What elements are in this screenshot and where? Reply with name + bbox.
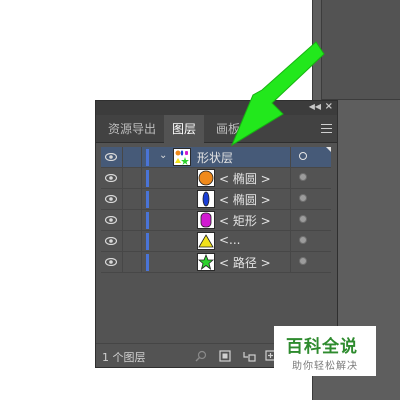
lock-toggle-cell[interactable] — [122, 189, 142, 209]
sublayer-name: < 矩形 > — [219, 214, 271, 228]
selection-corner-indicator — [326, 147, 331, 152]
column-divider — [290, 231, 291, 251]
right-side-subpanel — [321, 0, 400, 100]
watermark-title: 百科全说 — [286, 337, 358, 357]
watermark-logo: 百科全说 助你轻松解决 — [274, 326, 376, 376]
layer-color-bar — [146, 170, 149, 187]
lock-toggle-cell[interactable] — [122, 252, 142, 272]
lock-toggle-cell[interactable] — [122, 147, 142, 167]
sublayer-row-rectangle[interactable]: < 矩形 > — [101, 210, 331, 231]
tab-asset-export[interactable]: 资源导出 — [100, 115, 164, 143]
visibility-eye-icon[interactable] — [101, 210, 121, 230]
sublayer-name: < 椭圆 > — [219, 193, 271, 207]
target-circle-icon[interactable] — [299, 173, 307, 181]
target-circle-icon[interactable] — [299, 215, 307, 223]
visibility-eye-icon[interactable] — [101, 252, 121, 272]
multi-shape-thumbnail — [173, 148, 191, 166]
lock-toggle-cell[interactable] — [122, 231, 142, 251]
panel-titlebar[interactable]: ◀◀ × — [96, 101, 337, 115]
create-sublayer-icon[interactable] — [242, 348, 256, 362]
target-circle-icon[interactable] — [299, 152, 307, 160]
sublayer-name: < 椭圆 > — [219, 172, 271, 186]
column-divider — [290, 252, 291, 272]
watermark-subtitle: 助你轻松解决 — [292, 361, 358, 372]
chevron-down-icon[interactable]: ⌄ — [159, 150, 167, 161]
panel-menu-icon[interactable] — [321, 124, 332, 133]
layer-color-bar — [146, 212, 149, 229]
magenta-rounded-rect-thumbnail — [197, 211, 215, 229]
visibility-eye-icon[interactable] — [101, 231, 121, 251]
sublayer-name: <... — [219, 233, 241, 247]
yellow-triangle-thumbnail — [197, 232, 215, 250]
lock-toggle-cell[interactable] — [122, 210, 142, 230]
sublayer-row-ellipse-1[interactable]: < 椭圆 > — [101, 168, 331, 189]
lock-toggle-cell[interactable] — [122, 168, 142, 188]
collapse-panel-icon[interactable]: ◀◀ — [309, 102, 321, 111]
layer-count: 1 个图层 — [102, 351, 146, 364]
panel-tabs: 资源导出 图层 画板 — [96, 115, 337, 144]
visibility-eye-icon[interactable] — [101, 147, 121, 167]
tab-artboards[interactable]: 画板 — [208, 115, 248, 143]
sublayer-row-path[interactable]: < 路径 > — [101, 252, 331, 273]
close-icon[interactable]: × — [325, 101, 333, 112]
target-circle-icon[interactable] — [299, 236, 307, 244]
target-circle-icon[interactable] — [299, 194, 307, 202]
sublayer-row-ellipse-2[interactable]: < 椭圆 > — [101, 189, 331, 210]
layer-color-bar — [146, 191, 149, 208]
column-divider — [290, 189, 291, 209]
tab-layers[interactable]: 图层 — [164, 115, 205, 144]
visibility-eye-icon[interactable] — [101, 189, 121, 209]
blue-ellipse-thumbnail — [197, 190, 215, 208]
column-divider — [290, 147, 291, 167]
sublayer-name: < 路径 > — [219, 256, 271, 270]
green-star-thumbnail — [197, 253, 215, 271]
search-icon[interactable] — [194, 348, 208, 362]
layer-name: 形状层 — [197, 151, 234, 165]
layer-color-bar — [146, 149, 149, 166]
visibility-eye-icon[interactable] — [101, 168, 121, 188]
column-divider — [290, 168, 291, 188]
layer-color-bar — [146, 254, 149, 271]
make-clipping-mask-icon[interactable] — [218, 348, 232, 362]
layer-row-shape-layer[interactable]: ⌄ 形状层 — [101, 147, 331, 168]
sublayer-row-triangle[interactable]: <... — [101, 231, 331, 252]
orange-circle-thumbnail — [197, 169, 215, 187]
layer-color-bar — [146, 233, 149, 250]
column-divider — [290, 210, 291, 230]
layers-list: ⌄ 形状层 < 椭圆 > < 椭圆 > < 矩形 > <... < 路径 > — [101, 147, 331, 273]
target-circle-icon[interactable] — [299, 257, 307, 265]
